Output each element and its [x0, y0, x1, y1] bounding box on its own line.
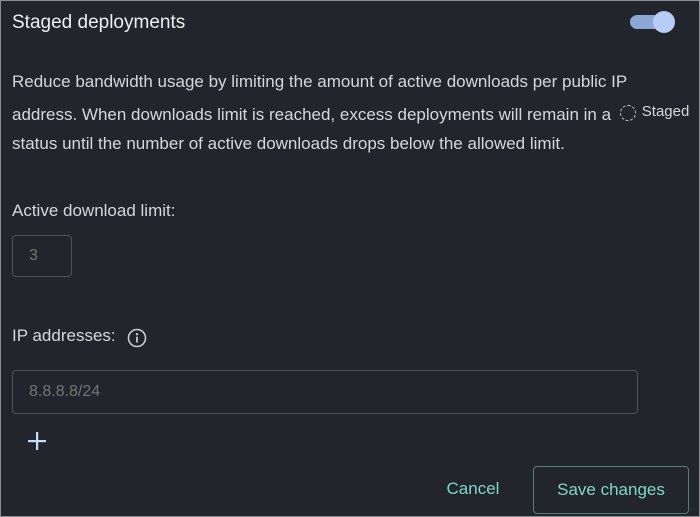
section-description: Reduce bandwidth usage by limiting the a… [12, 67, 696, 158]
plus-icon [28, 432, 46, 450]
toggle-knob [653, 11, 675, 33]
save-changes-button[interactable]: Save changes [533, 466, 689, 514]
staged-status-chip: Staged [616, 97, 694, 127]
description-text-after: status until the number of active downlo… [12, 133, 565, 153]
info-icon[interactable] [127, 328, 147, 348]
staged-deployments-toggle[interactable] [630, 11, 676, 33]
description-text-before: Reduce bandwidth usage by limiting the a… [12, 72, 627, 124]
staged-status-icon [619, 105, 636, 122]
ip-address-input[interactable] [12, 370, 638, 414]
download-limit-label: Active download limit: [12, 201, 176, 220]
download-limit-input[interactable] [12, 235, 72, 277]
cancel-button[interactable]: Cancel [431, 467, 515, 511]
section-title: Staged deployments [12, 12, 186, 33]
staged-status-label: Staged [641, 102, 690, 120]
staged-deployments-panel: Staged deployments Reduce bandwidth usag… [0, 0, 700, 517]
add-ip-button[interactable] [25, 429, 49, 453]
ip-addresses-label: IP addresses: [12, 326, 116, 345]
